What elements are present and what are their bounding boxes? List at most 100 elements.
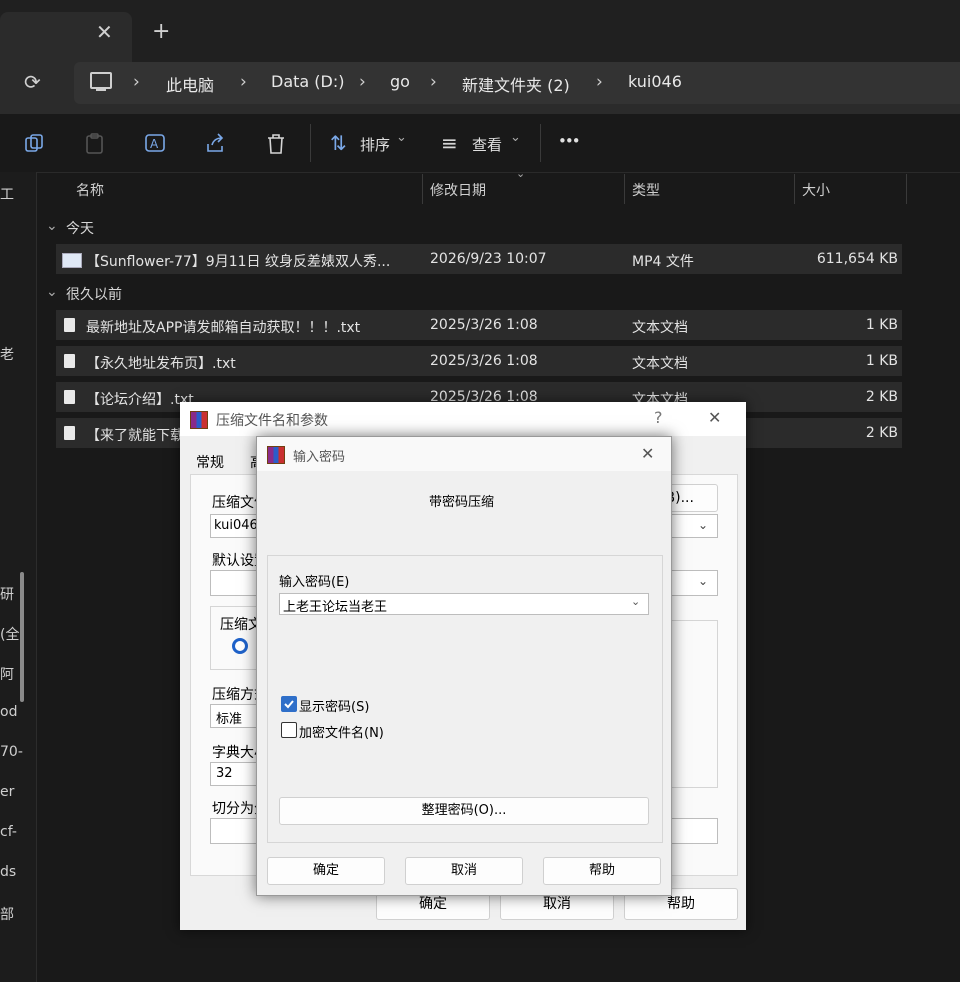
archive-name-value: kui046 (214, 518, 258, 533)
checkmark-icon (284, 700, 294, 709)
column-divider[interactable] (906, 174, 907, 204)
breadcrumb-separator: › (240, 72, 247, 92)
paste-icon[interactable] (84, 132, 106, 156)
share-icon[interactable] (204, 132, 228, 156)
file-type: MP4 文件 (632, 254, 694, 270)
column-divider[interactable] (624, 174, 625, 204)
text-file-icon (64, 390, 75, 404)
nav-item[interactable]: 部 (0, 904, 14, 924)
nav-item[interactable]: 研 (0, 584, 14, 604)
group-collapse-icon[interactable]: ⌄ (46, 218, 58, 234)
breadcrumb-separator: › (133, 72, 140, 92)
breadcrumb-current[interactable]: kui046 (628, 72, 682, 91)
file-name: 【来了就能下载 (86, 428, 184, 444)
ok-button[interactable]: 确定 (267, 857, 385, 885)
dictionary-value: 32 (216, 766, 233, 781)
computer-icon (90, 72, 112, 91)
nav-item[interactable]: 阿 (0, 664, 14, 684)
file-size: 1 KB (865, 317, 898, 333)
chevron-down-icon: ⌄ (698, 518, 709, 532)
column-divider[interactable] (422, 174, 423, 204)
rename-icon[interactable]: A (144, 132, 168, 156)
breadcrumb-separator: › (430, 72, 437, 92)
help-button[interactable]: 帮助 (543, 857, 661, 885)
column-header-size[interactable]: 大小 (802, 180, 830, 200)
close-icon[interactable]: ✕ (708, 408, 721, 427)
more-options-button[interactable]: ••• (558, 132, 581, 150)
copy-icon[interactable] (24, 133, 46, 155)
new-tab-icon[interactable]: + (152, 19, 170, 44)
breadcrumb-go[interactable]: go (390, 72, 410, 91)
delete-icon[interactable] (264, 132, 288, 156)
dialog-title: 压缩文件名和参数 (216, 413, 328, 429)
show-password-label[interactable]: 显示密码(S) (299, 696, 369, 715)
text-file-icon (64, 318, 75, 332)
winrar-icon (190, 411, 208, 429)
column-header-name[interactable]: 名称 (76, 180, 104, 200)
chevron-down-icon: ⌄ (698, 574, 709, 588)
dialog-title: 输入密码 (293, 450, 346, 465)
tab-bar (0, 0, 960, 62)
help-icon[interactable]: ? (654, 408, 663, 427)
file-size: 2 KB (865, 389, 898, 405)
nav-item[interactable]: 70- (0, 744, 23, 760)
sort-indicator-icon: ⌄ (516, 167, 526, 180)
nav-item[interactable]: 老 (0, 344, 14, 364)
column-header-date[interactable]: 修改日期 (430, 180, 486, 200)
file-size: 611,654 KB (816, 251, 898, 267)
text-file-icon (64, 354, 75, 368)
winrar-icon (267, 446, 285, 464)
breadcrumb-this-pc[interactable]: 此电脑 (166, 72, 214, 96)
chevron-down-icon: ⌄ (396, 130, 407, 145)
nav-item[interactable]: ds (0, 864, 16, 880)
file-date: 2025/3/26 1:08 (430, 353, 538, 369)
nav-item[interactable]: cf- (0, 824, 17, 840)
column-header-type[interactable]: 类型 (632, 180, 660, 200)
password-label: 输入密码(E) (279, 575, 350, 590)
breadcrumb-separator: › (596, 72, 603, 92)
tab-close-icon[interactable]: ✕ (96, 20, 113, 44)
toolbar-divider (310, 124, 311, 162)
column-divider[interactable] (794, 174, 795, 204)
close-icon[interactable]: ✕ (641, 444, 654, 463)
encrypt-names-label[interactable]: 加密文件名(N) (299, 722, 384, 741)
chevron-down-icon[interactable]: ⌄ (631, 595, 640, 608)
group-header-today[interactable]: 今天 (66, 218, 94, 238)
toolbar-divider (540, 124, 541, 162)
file-size: 2 KB (865, 425, 898, 441)
file-size: 1 KB (865, 353, 898, 369)
format-radio[interactable] (232, 638, 248, 654)
file-date: 2026/9/23 10:07 (430, 251, 547, 267)
video-file-icon (62, 253, 82, 268)
file-name: 最新地址及APP请发邮箱自动获取！！！.txt (86, 320, 361, 336)
nav-item[interactable]: (全 (0, 624, 19, 644)
nav-scrollbar[interactable] (20, 572, 24, 702)
sort-icon: ⇅ (330, 131, 347, 155)
file-date: 2025/3/26 1:08 (430, 317, 538, 333)
sort-button[interactable]: 排序 (360, 134, 390, 155)
tab-general[interactable]: 常规 (196, 452, 224, 472)
nav-item[interactable]: er (0, 784, 14, 800)
breadcrumb-separator: › (359, 72, 366, 92)
view-icon: ≡ (441, 131, 458, 155)
dialog-heading: 带密码压缩 (429, 495, 495, 510)
refresh-icon[interactable]: ⟳ (24, 70, 41, 94)
file-name: 【永久地址发布页】.txt (86, 356, 236, 372)
breadcrumb-folder[interactable]: 新建文件夹 (2) (462, 72, 570, 96)
breadcrumb-drive[interactable]: Data (D:) (271, 72, 344, 91)
group-collapse-icon[interactable]: ⌄ (46, 284, 58, 300)
encrypt-names-checkbox[interactable] (281, 722, 297, 738)
organize-passwords-button[interactable]: 整理密码(O)... (279, 797, 649, 825)
nav-item[interactable]: od (0, 704, 17, 720)
chevron-down-icon: ⌄ (510, 130, 521, 145)
view-button[interactable]: 查看 (472, 134, 502, 155)
password-value: 上老王论坛当老王 (283, 600, 388, 615)
file-type: 文本文档 (632, 320, 688, 336)
file-name: 【Sunflower-77】9月11日 纹身反差婊双人秀... (86, 254, 391, 270)
file-name: 【论坛介绍】.txt (86, 392, 194, 408)
cancel-button[interactable]: 取消 (405, 857, 523, 885)
nav-item[interactable]: 工 (0, 184, 14, 204)
file-type: 文本文档 (632, 356, 688, 372)
navigation-pane (0, 172, 37, 982)
group-header-long-ago[interactable]: 很久以前 (66, 284, 122, 304)
